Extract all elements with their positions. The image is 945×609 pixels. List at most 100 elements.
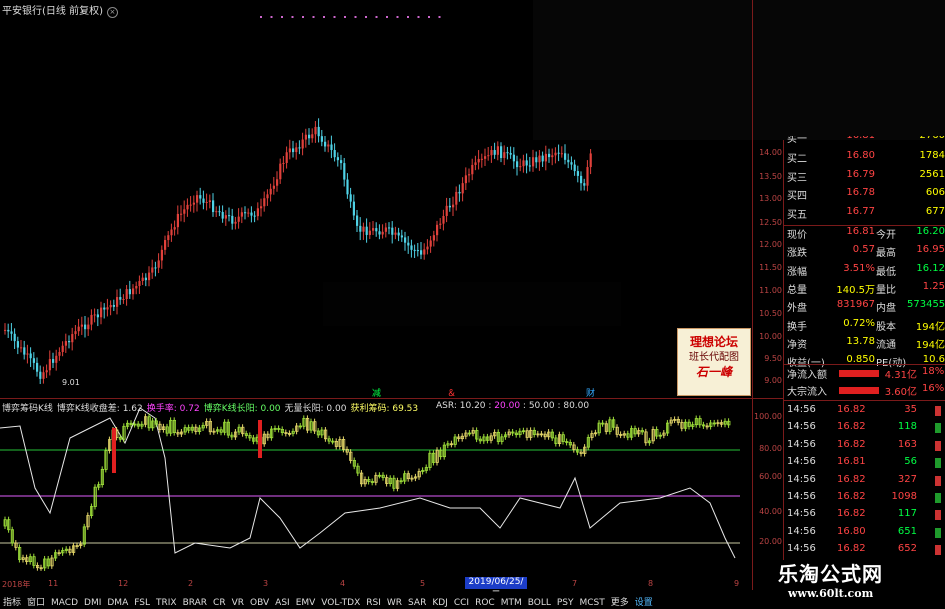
candle-body	[237, 216, 240, 222]
indicator-white-line	[0, 407, 736, 559]
indicator-tab[interactable]: TRIX	[153, 595, 180, 608]
candle-body	[272, 185, 275, 189]
indicator-tab[interactable]: 窗口	[24, 592, 48, 608]
promo-signature: 石一峰	[695, 365, 732, 379]
candle-body	[509, 153, 512, 155]
quote-label: 最高	[876, 248, 896, 260]
indicator-tab[interactable]: EMV	[293, 595, 319, 608]
promo-stamp: 理想论坛 班长代配图 石一峰	[677, 328, 751, 396]
candle-body	[39, 371, 42, 379]
candle-body	[116, 297, 119, 307]
indicator-chart[interactable]	[0, 398, 752, 578]
candle-body	[250, 212, 253, 216]
long-bull-bar	[258, 420, 262, 458]
tick-price: 16.80	[837, 525, 866, 537]
close-icon[interactable]: ×	[106, 7, 118, 18]
candle-body	[567, 159, 570, 163]
candle-body	[336, 157, 339, 161]
candle-body	[10, 331, 13, 334]
quote-label: 外盘	[787, 303, 807, 315]
tick-price: 16.81	[837, 456, 866, 468]
indicator-tab[interactable]: DMA	[104, 595, 131, 608]
indicator-tab[interactable]: CR	[210, 595, 229, 608]
indicator-tick: 100.00	[754, 412, 782, 421]
order-volume: 677	[925, 205, 945, 217]
indicator-tab[interactable]: RSI	[363, 595, 384, 608]
candle-body	[432, 235, 435, 241]
candle-body	[170, 229, 173, 236]
quote-value: 194亿	[915, 339, 945, 351]
indicator-tab[interactable]: CCI	[451, 595, 472, 608]
candle-body	[141, 277, 144, 282]
quote-label: 最低	[876, 266, 896, 278]
candle-body	[413, 249, 416, 251]
candle-body	[349, 194, 352, 202]
candle-body	[317, 126, 320, 137]
candle-body	[13, 333, 16, 342]
candle-body	[84, 324, 87, 330]
chart-title-text: 平安银行(日线 前复权)	[2, 6, 103, 17]
indicator-tab[interactable]: WR	[384, 595, 405, 608]
tick-row: 14:56 16.81 56	[787, 456, 945, 473]
candle-body	[445, 205, 448, 216]
indicator-tab[interactable]: VR	[229, 595, 247, 608]
candle-body	[439, 223, 442, 225]
indicator-name: 博弈筹码K线	[2, 404, 53, 414]
candle-body	[544, 153, 547, 162]
tick-volume: 117	[897, 508, 917, 520]
indicator-tab[interactable]: BOLL	[525, 595, 554, 608]
candle-body	[224, 215, 227, 219]
price-tick: 9.00	[764, 376, 782, 385]
indicator-tab[interactable]: MTM	[498, 595, 525, 608]
price-axis: 14.00 13.50 13.00 12.50 12.00 11.50 11.00 10.50…	[752, 0, 782, 400]
quote-label: 净资	[787, 339, 807, 351]
date-month: 3	[263, 579, 269, 588]
indicator-tab[interactable]: ASI	[272, 595, 293, 608]
candle-body	[48, 359, 51, 371]
indicator-tab[interactable]: 设置	[632, 592, 656, 608]
candle-body	[314, 126, 317, 135]
quote-row: 现价 16.81 今开 16.20	[787, 226, 945, 242]
date-month: 2	[188, 579, 194, 588]
indicator-tab[interactable]: KDJ	[429, 595, 451, 608]
indicator-tab[interactable]: MCST	[577, 595, 608, 608]
tick-time: 14:56	[787, 473, 816, 485]
indicator-tab[interactable]: 指标	[0, 592, 24, 608]
indicator-tab[interactable]: FSL	[131, 595, 153, 608]
indicator-tab[interactable]: BRAR	[180, 595, 210, 608]
quote-value: 140.5万	[836, 284, 875, 296]
tick-row: 14:56 16.82 117	[787, 508, 945, 525]
candle-body	[263, 198, 266, 207]
candle-body	[26, 353, 29, 355]
quote-label: 换手	[787, 321, 807, 333]
indicator-tab[interactable]: DMI	[81, 595, 104, 608]
indicator-tab[interactable]: VOL-TDX	[318, 595, 363, 608]
price-tick: 9.50	[764, 354, 782, 363]
asr-value: 50.00	[528, 401, 555, 411]
indicator-tab[interactable]: MACD	[48, 595, 81, 608]
indicator-tab[interactable]: PSY	[554, 595, 577, 608]
signal-dot	[365, 16, 367, 18]
candle-body	[429, 240, 432, 247]
quote-value: 16.20	[916, 226, 945, 237]
date-year: 2018年	[2, 580, 31, 589]
candle-body	[151, 267, 154, 273]
indicator-tab[interactable]: 更多	[608, 592, 632, 608]
indicator-tab[interactable]: ROC	[472, 595, 498, 608]
quote-label: 总量	[787, 284, 807, 296]
signal-dot	[407, 16, 409, 18]
indicator-tab[interactable]: SAR	[405, 595, 429, 608]
flow-row: 大宗流入 3.60亿 16%	[787, 383, 945, 399]
tick-row: 14:56 16.82 35	[787, 404, 945, 421]
tick-bar	[935, 406, 941, 416]
quote-value: 831967	[836, 299, 875, 311]
indicator-tab[interactable]: OBV	[247, 595, 272, 608]
tick-bar	[935, 440, 941, 451]
candle-body	[276, 179, 279, 186]
candle-body	[42, 372, 45, 379]
order-volume: 2760	[895, 136, 945, 141]
candle-body	[480, 158, 483, 160]
candle-body	[125, 289, 128, 300]
signal-dot	[354, 16, 357, 18]
order-volume: 606	[925, 187, 945, 198]
